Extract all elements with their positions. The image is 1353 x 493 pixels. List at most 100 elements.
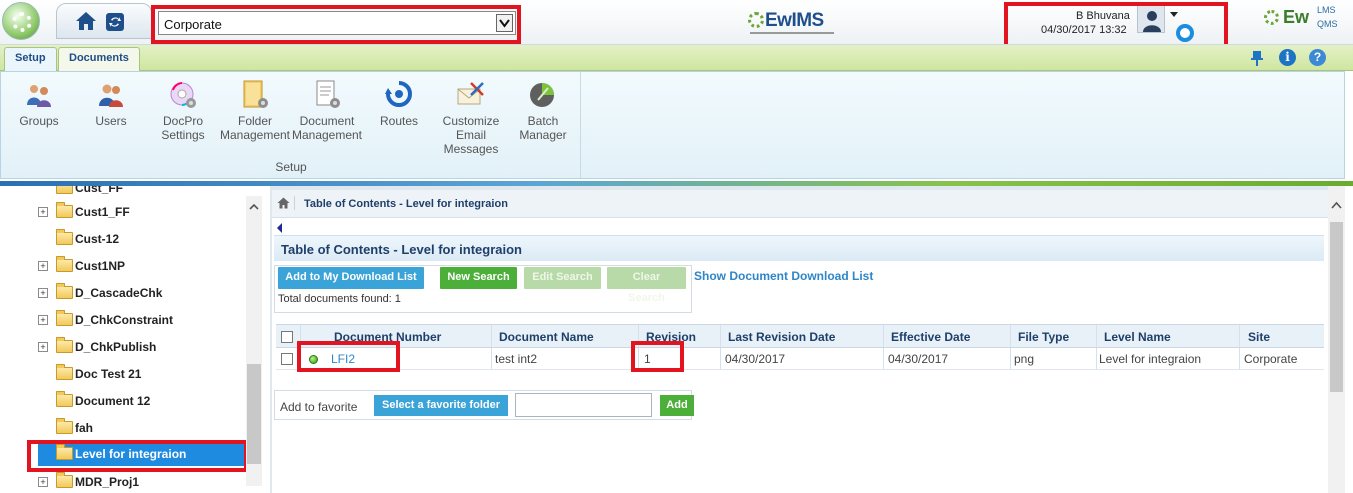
last-revision-date-cell: 04/30/2017 [725,352,786,366]
tree-node-label: D_ChkPublish [75,340,157,354]
email-icon [457,82,484,105]
ewims-tagline [750,32,834,34]
document-management-label: Document Management [291,114,363,142]
expand-icon[interactable]: + [38,288,48,298]
pin-icon[interactable] [1250,50,1264,66]
tree-node[interactable]: + D_CascadeChk [38,283,248,305]
document-management-button[interactable]: Document Management [291,78,363,158]
login-datetime: 04/30/2017 13:32 [1041,24,1127,36]
tree-node-selected[interactable]: Level for integraion [38,444,248,466]
col-last-revision-date[interactable]: Last Revision Date [728,325,835,347]
home-tab [56,3,152,39]
tree-node[interactable]: + Cust1_FF [38,202,248,224]
main-scrollbar-thumb[interactable] [1330,222,1343,392]
add-to-favorite-label: Add to favorite [280,400,358,414]
tree-node[interactable]: Cust_FF [38,186,248,200]
folder-management-icon [243,80,268,108]
add-to-download-list-button[interactable]: Add to My Download List [278,267,424,289]
ribbon-group-setup: Groups Users DocPro Settings Folder Mana… [1,72,581,178]
column-divider [1096,348,1097,369]
column-divider [300,348,301,369]
batch-manager-button[interactable]: Batch Manager [507,78,579,158]
users-button[interactable]: Users [75,78,147,158]
expand-icon[interactable]: + [38,342,48,352]
routes-button[interactable]: Routes [363,78,435,158]
column-divider [1010,325,1011,347]
col-document-name[interactable]: Document Name [499,325,594,347]
info-icon[interactable]: i [1279,49,1296,66]
folder-icon [56,444,73,460]
customize-email-messages-button[interactable]: Customize Email Messages [435,78,507,158]
tree-node[interactable]: + Cust1NP [38,256,248,278]
scroll-up-icon[interactable] [249,202,259,212]
loading-spinner-icon [1176,24,1194,42]
col-revision[interactable]: Revision [646,325,696,347]
breadcrumb-home-icon[interactable] [277,197,290,209]
tree-node[interactable]: Doc Test 21 [38,364,248,386]
clear-search-button: Clear Search [607,267,686,304]
document-number-link[interactable]: LFI2 [331,348,355,369]
col-site[interactable]: Site [1248,325,1270,347]
docpro-settings-button[interactable]: DocPro Settings [147,78,219,158]
tree-node[interactable]: + D_ChkConstraint [38,310,248,332]
ewims-flower-icon [748,12,764,28]
tab-setup[interactable]: Setup [4,47,57,71]
main-scrollbar[interactable] [1328,186,1345,493]
home-icon[interactable] [75,11,97,31]
expand-icon[interactable]: + [38,477,48,487]
col-file-type[interactable]: File Type [1018,325,1069,347]
groups-button[interactable]: Groups [3,78,75,158]
refresh-icon[interactable] [105,12,125,32]
status-indicator-icon [309,355,318,364]
add-favorite-button[interactable]: Add [660,395,694,416]
tree-node[interactable]: Cust-12 [38,229,248,251]
column-divider [1239,325,1240,347]
app-menu-orb[interactable] [2,2,40,40]
tree-node[interactable]: Document 12 [38,391,248,413]
tree-node-label: D_CascadeChk [75,286,163,300]
breadcrumb-current[interactable]: Table of Contents - Level for integraion [304,198,508,210]
expand-icon[interactable]: + [38,207,48,217]
column-divider [300,325,301,347]
chevron-down-icon[interactable] [496,14,513,32]
tree-node[interactable]: fah [38,418,248,440]
col-level-name[interactable]: Level Name [1104,325,1171,347]
help-icon[interactable]: ? [1309,49,1326,66]
select-all-checkbox[interactable] [281,331,293,343]
folder-management-button[interactable]: Folder Management [219,78,291,158]
top-bar: Corporate EwIMS B Bhuvana 04/30/2017 13:… [0,0,1353,53]
favorite-folder-field[interactable] [515,393,652,417]
tree-node-label: Document 12 [75,394,151,408]
expand-icon[interactable]: + [38,261,48,271]
tree-node[interactable]: + MDR_Proj1 [38,472,248,493]
avatar[interactable] [1137,5,1165,33]
column-divider [638,348,639,369]
expand-icon[interactable]: + [38,315,48,325]
document-name-cell: test int2 [495,352,538,366]
folder-icon [56,202,73,218]
column-divider [638,325,639,347]
folder-icon [56,364,73,380]
collapse-panel-icon[interactable] [277,223,282,233]
row-checkbox[interactable] [281,353,293,365]
tab-documents[interactable]: Documents [58,47,140,71]
tree-node-label: D_ChkConstraint [75,313,174,327]
main-panel: Table of Contents - Level for integraion… [270,186,1328,493]
column-divider [491,325,492,347]
select-favorite-folder-button[interactable]: Select a favorite folder [374,395,508,416]
ewqms-logo-qms: QMS [1317,19,1338,29]
tree-scrollbar-thumb[interactable] [247,364,261,464]
show-download-list-link[interactable]: Show Document Download List [694,269,873,283]
table-row[interactable]: LFI2 test int2 1 04/30/2017 04/30/2017 p… [276,348,1324,370]
tree-scrollbar[interactable] [246,196,262,486]
tree-node[interactable]: + D_ChkPublish [38,337,248,359]
user-menu-caret-icon[interactable] [1170,12,1178,17]
col-document-number[interactable]: Document Number [334,325,441,347]
scroll-up-icon[interactable] [1331,200,1342,211]
col-effective-date[interactable]: Effective Date [891,325,970,347]
docpro-settings-icon [170,82,196,108]
revision-cell: 1 [644,352,651,366]
site-dropdown[interactable]: Corporate [158,11,516,35]
new-search-button[interactable]: New Search [440,267,517,289]
level-name-cell: Level for integraion [1099,352,1202,366]
